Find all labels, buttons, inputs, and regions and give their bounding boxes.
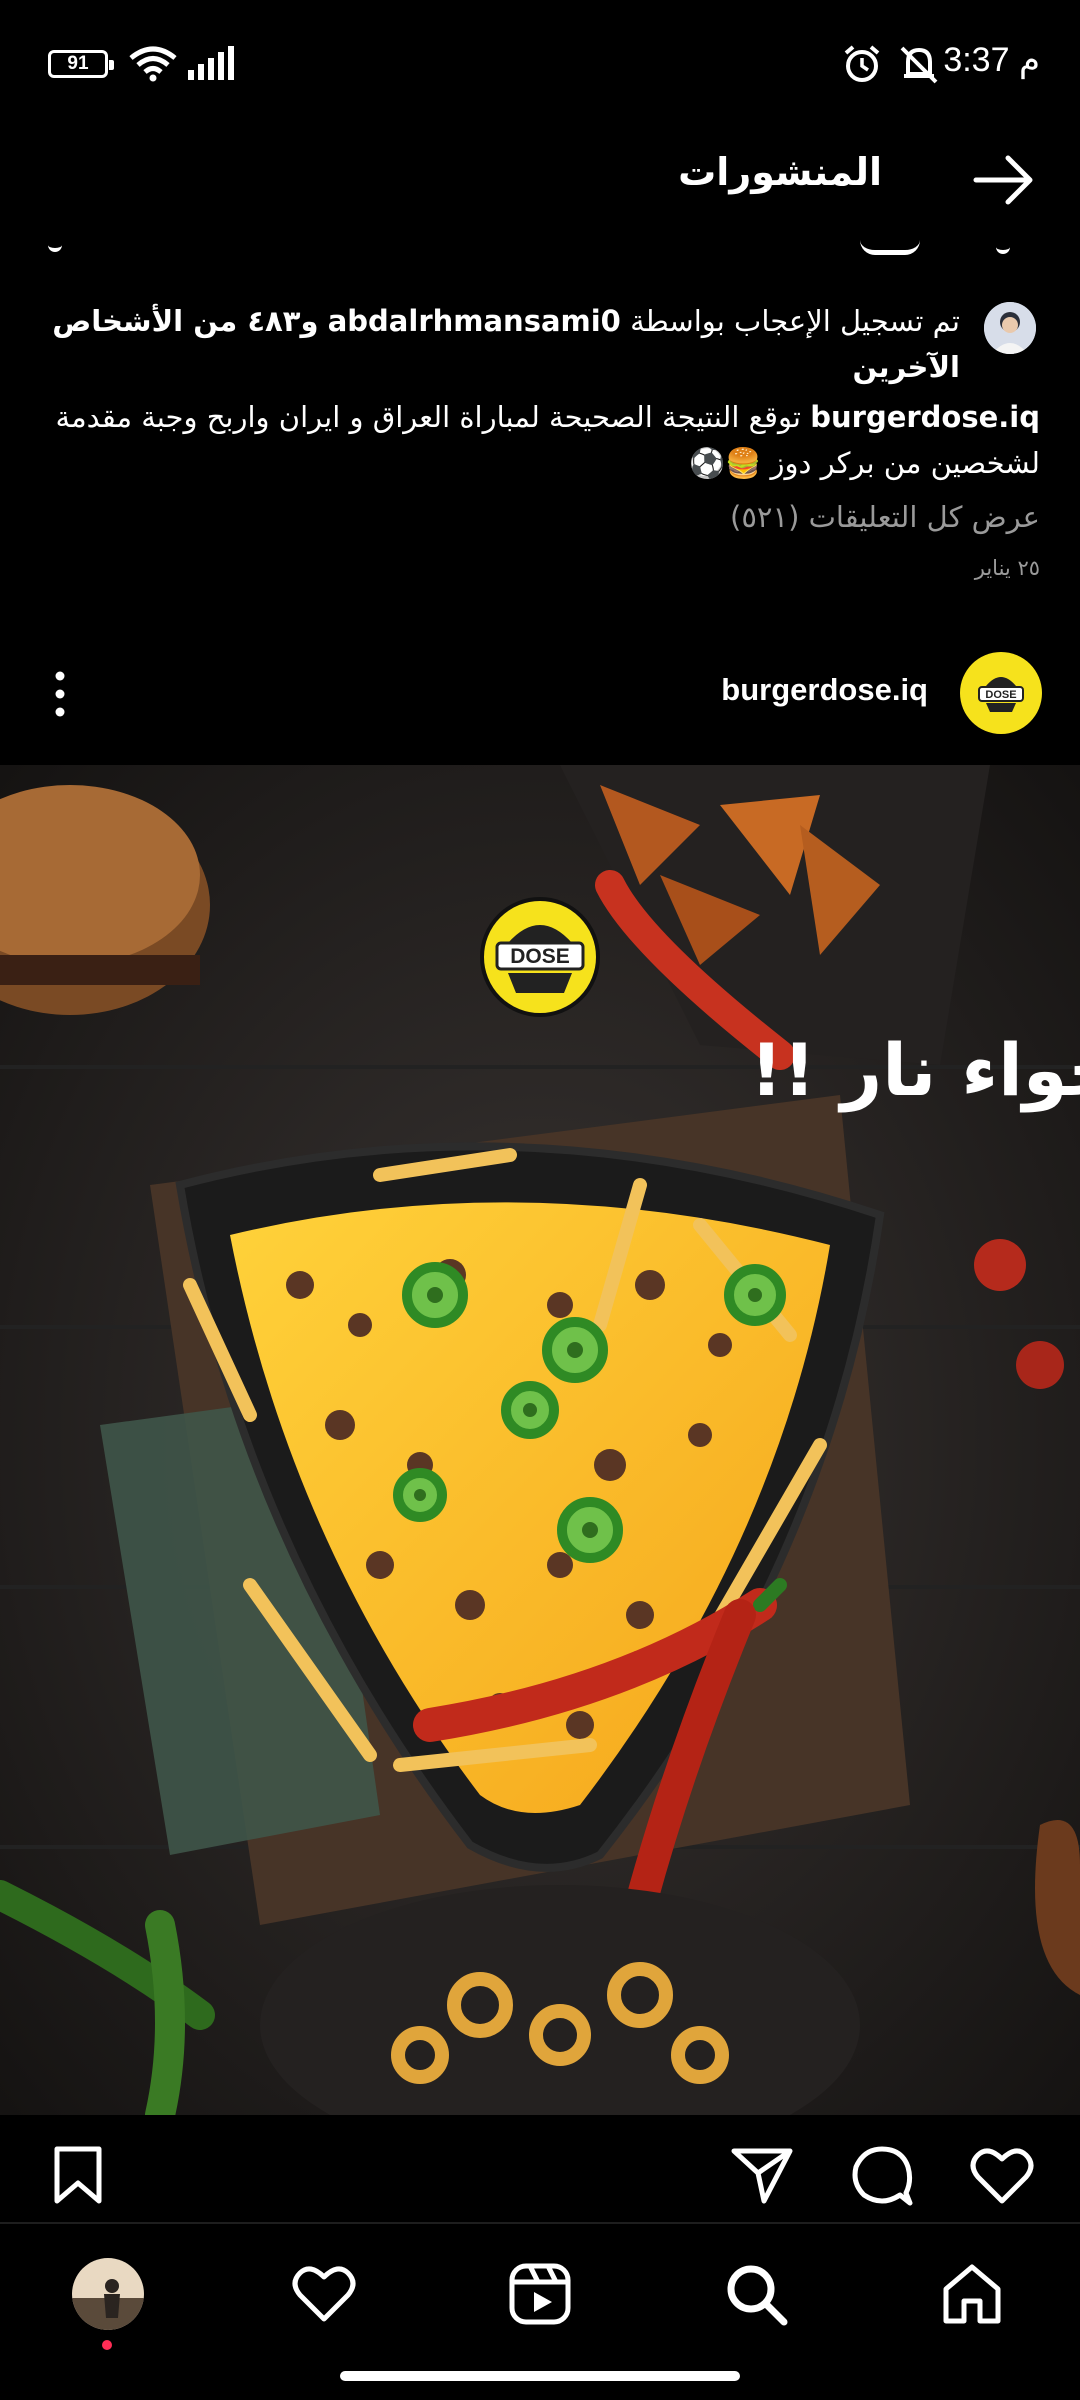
home-indicator[interactable] xyxy=(340,2371,740,2381)
bookmark-icon[interactable] xyxy=(52,2145,104,2205)
liked-by-username[interactable]: abdalrhmansami0 xyxy=(328,304,621,338)
heart-icon[interactable] xyxy=(970,2145,1034,2205)
liked-by-text: تم تسجيل الإعجاب بواسطة abdalrhmansami0 … xyxy=(40,298,960,390)
search-tab[interactable] xyxy=(716,2254,796,2334)
signal-icon xyxy=(188,46,234,80)
profile-avatar xyxy=(72,2258,144,2330)
battery-level: 91 xyxy=(67,53,89,74)
post-image[interactable]: DOSE خلي الاجواء نار !! xyxy=(0,765,1080,2115)
share-icon[interactable] xyxy=(730,2145,794,2205)
brand-logo: DOSE xyxy=(480,897,600,1017)
liked-by-prefix: تم تسجيل الإعجاب بواسطة xyxy=(630,304,960,338)
search-icon xyxy=(727,2265,788,2326)
reels-tab[interactable] xyxy=(500,2254,580,2334)
image-headline: خلي الاجواء نار !! xyxy=(750,1028,1080,1113)
liked-by-avatar[interactable] xyxy=(984,302,1036,354)
activity-tab[interactable] xyxy=(284,2254,364,2334)
arrow-right-icon[interactable] xyxy=(972,154,1036,206)
post-date: ٢٥ يناير xyxy=(974,556,1040,580)
wifi-icon xyxy=(129,46,177,82)
page-title: المنشورات xyxy=(678,150,882,194)
post-actions xyxy=(0,2115,1080,2225)
caption-username[interactable]: burgerdose.iq xyxy=(810,400,1040,434)
mute-icon xyxy=(900,46,938,84)
view-comments-link[interactable]: عرض كل التعليقات (٥٢١) xyxy=(730,500,1040,534)
image-logo-text: DOSE xyxy=(510,945,570,968)
post-caption: burgerdose.iq توقع النتيجة الصحيحة لمبار… xyxy=(40,394,1040,486)
comment-icon[interactable] xyxy=(850,2145,914,2207)
post-avatar[interactable]: DOSE xyxy=(960,652,1042,734)
notification-dot xyxy=(102,2340,112,2350)
battery-icon: 91 xyxy=(48,50,114,78)
post-username[interactable]: burgerdose.iq xyxy=(721,672,928,708)
reels-icon xyxy=(509,2263,571,2325)
more-vertical-icon[interactable] xyxy=(44,668,76,720)
home-icon xyxy=(943,2264,1001,2324)
status-time: 3:37 م xyxy=(943,41,1040,79)
previous-post-image-edge xyxy=(0,240,1080,262)
activity-heart-icon xyxy=(292,2266,356,2322)
alarm-icon xyxy=(844,45,880,82)
profile-tab[interactable] xyxy=(68,2254,148,2334)
avatar-logo-text: DOSE xyxy=(985,689,1016,701)
post-image-graphic: DOSE خلي الاجواء نار !! xyxy=(0,765,1080,2115)
status-bar: 91 3:37 م xyxy=(0,0,1080,128)
home-tab[interactable] xyxy=(932,2254,1012,2334)
